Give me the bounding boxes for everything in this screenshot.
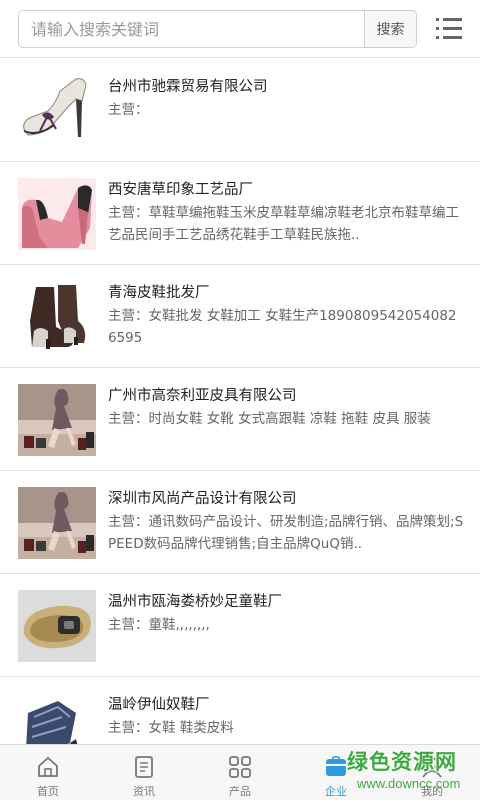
company-main-business: 主营：通讯数码产品设计、研发制造;品牌行销、品牌策划;SPEED数码品牌代理销售… [108, 514, 464, 552]
watermark-url: www.downcc.com [357, 776, 461, 791]
list-item[interactable]: 深圳市风尚产品设计有限公司 主营：通讯数码产品设计、研发制造;品牌行销、品牌策划… [0, 471, 480, 574]
company-main-business: 主营：童鞋,,,,,,,, [108, 617, 210, 633]
list-item[interactable]: 青海皮鞋批发厂 主营：女鞋批发 女鞋加工 女鞋生产189080954205408… [0, 265, 480, 368]
company-name[interactable]: 青海皮鞋批发厂 [108, 281, 210, 302]
company-name[interactable]: 温岭伊仙奴鞋厂 [108, 693, 210, 714]
list-menu-icon[interactable] [434, 15, 464, 43]
tab-home[interactable]: 首页 [0, 745, 96, 800]
tab-products[interactable]: 产品 [192, 745, 288, 800]
company-name[interactable]: 广州市高奈利亚皮具有限公司 [108, 384, 297, 405]
home-icon [36, 755, 60, 779]
company-name[interactable]: 温州市瓯海娄桥妙足童鞋厂 [108, 590, 282, 611]
list-item[interactable]: 台州市驰霖贸易有限公司 主营： [0, 59, 480, 162]
product-thumbnail [18, 178, 96, 250]
product-thumbnail [18, 487, 96, 559]
list-item[interactable]: 广州市高奈利亚皮具有限公司 主营：时尚女鞋 女靴 女式高跟鞋 凉鞋 拖鞋 皮具 … [0, 368, 480, 471]
news-icon [132, 755, 156, 779]
search-button[interactable]: 搜索 [364, 11, 416, 47]
list-item[interactable]: 西安唐草印象工艺品厂 主营：草鞋草编拖鞋玉米皮草鞋草编凉鞋老北京布鞋草编工艺品民… [0, 162, 480, 265]
company-main-business: 主营：草鞋草编拖鞋玉米皮草鞋草编凉鞋老北京布鞋草编工艺品民间手工艺品绣花鞋手工草… [108, 205, 459, 243]
product-thumbnail [18, 384, 96, 456]
list-item[interactable]: 温州市瓯海娄桥妙足童鞋厂 主营：童鞋,,,,,,,, [0, 574, 480, 677]
tab-news[interactable]: 资讯 [96, 745, 192, 800]
company-name[interactable]: 台州市驰霖贸易有限公司 [108, 75, 268, 96]
company-name[interactable]: 深圳市风尚产品设计有限公司 [108, 487, 297, 508]
watermark-title: 绿色资源网 [347, 750, 457, 774]
search-box: 搜索 [18, 10, 417, 48]
tab-label: 资讯 [133, 785, 155, 798]
company-main-business: 主营： [108, 102, 149, 118]
company-main-business: 主营：时尚女鞋 女靴 女式高跟鞋 凉鞋 拖鞋 皮具 服装 [108, 411, 431, 427]
product-thumbnail [18, 71, 96, 143]
product-thumbnail [18, 590, 96, 662]
search-input[interactable] [19, 11, 365, 47]
product-thumbnail [18, 281, 96, 353]
company-main-business: 主营：女鞋 鞋类皮料 [108, 720, 234, 736]
company-main-business: 主营：女鞋批发 女鞋加工 女鞋生产18908095420540826595 [108, 308, 457, 346]
grid-icon [228, 755, 252, 779]
tab-label: 首页 [37, 785, 59, 798]
company-name[interactable]: 西安唐草印象工艺品厂 [108, 178, 253, 199]
header-bar: 搜索 [0, 0, 480, 58]
site-watermark: 绿色资源网 www.downcc.com [343, 744, 480, 800]
tab-label: 产品 [229, 785, 251, 798]
